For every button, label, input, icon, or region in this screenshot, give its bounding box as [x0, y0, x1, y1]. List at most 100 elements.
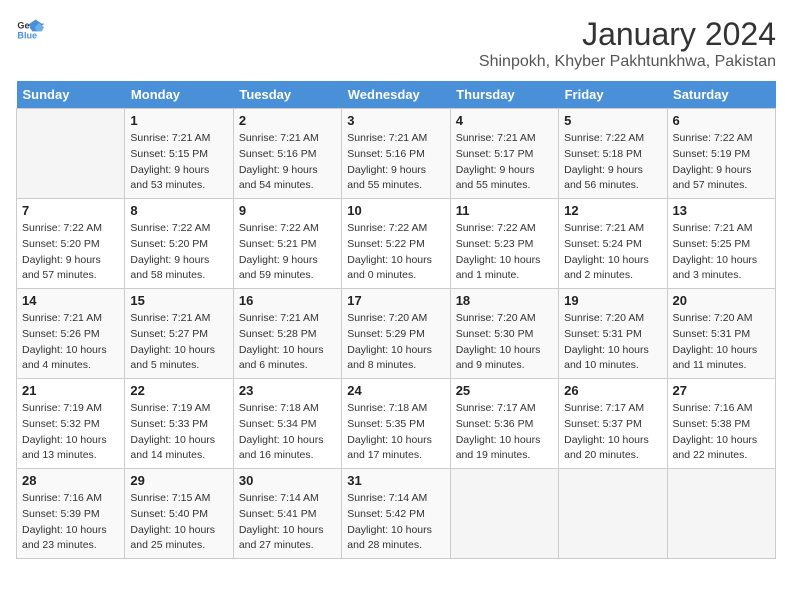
day-info: Sunrise: 7:21 AMSunset: 5:16 PMDaylight:…: [239, 131, 336, 194]
day-info: Sunrise: 7:22 AMSunset: 5:20 PMDaylight:…: [22, 221, 119, 284]
day-number: 12: [564, 203, 661, 218]
day-number: 20: [673, 293, 770, 308]
day-info: Sunrise: 7:22 AMSunset: 5:19 PMDaylight:…: [673, 131, 770, 194]
day-info: Sunrise: 7:15 AMSunset: 5:40 PMDaylight:…: [130, 491, 227, 554]
day-info: Sunrise: 7:19 AMSunset: 5:32 PMDaylight:…: [22, 401, 119, 464]
calendar-cell: 20 Sunrise: 7:20 AMSunset: 5:31 PMDayligh…: [667, 289, 775, 379]
calendar-cell: 28Sunrise: 7:16 AMSunset: 5:39 PMDayligh…: [17, 469, 125, 559]
calendar-table: SundayMondayTuesdayWednesdayThursdayFrid…: [16, 81, 776, 559]
day-info: Sunrise: 7:20 AMSunset: 5:30 PMDaylight:…: [456, 311, 553, 374]
day-number: 18: [456, 293, 553, 308]
calendar-cell: 15Sunrise: 7:21 AMSunset: 5:27 PMDayligh…: [125, 289, 233, 379]
day-number: 2: [239, 113, 336, 128]
day-number: 29: [130, 473, 227, 488]
day-number: 4: [456, 113, 553, 128]
day-of-week-header: Tuesday: [233, 81, 341, 109]
calendar-week-row: 28Sunrise: 7:16 AMSunset: 5:39 PMDayligh…: [17, 469, 776, 559]
day-info: Sunrise: 7:22 AMSunset: 5:20 PMDaylight:…: [130, 221, 227, 284]
day-number: 16: [239, 293, 336, 308]
day-info: Sunrise: 7:16 AMSunset: 5:39 PMDaylight:…: [22, 491, 119, 554]
header: General Blue January 2024 Shinpokh, Khyb…: [16, 16, 776, 71]
title-area: January 2024 Shinpokh, Khyber Pakhtunkhw…: [479, 16, 776, 71]
day-number: 11: [456, 203, 553, 218]
calendar-cell: 17 Sunrise: 7:20 AMSunset: 5:29 PMDayligh…: [342, 289, 450, 379]
day-info: Sunrise: 7:19 AMSunset: 5:33 PMDaylight:…: [130, 401, 227, 464]
logo: General Blue: [16, 16, 44, 44]
calendar-cell: 30 Sunrise: 7:14 AMSunset: 5:41 PMDayligh…: [233, 469, 341, 559]
calendar-cell: 7Sunrise: 7:22 AMSunset: 5:20 PMDaylight…: [17, 199, 125, 289]
day-info: Sunrise: 7:16 AMSunset: 5:38 PMDaylight:…: [673, 401, 770, 464]
calendar-cell: 26Sunrise: 7:17 AMSunset: 5:37 PMDayligh…: [559, 379, 667, 469]
calendar-cell: 1 Sunrise: 7:21 AMSunset: 5:15 PMDaylight…: [125, 109, 233, 199]
day-info: Sunrise: 7:18 AMSunset: 5:34 PMDaylight:…: [239, 401, 336, 464]
day-info: Sunrise: 7:21 AMSunset: 5:17 PMDaylight:…: [456, 131, 553, 194]
calendar-cell: 5Sunrise: 7:22 AMSunset: 5:18 PMDaylight…: [559, 109, 667, 199]
day-of-week-header: Thursday: [450, 81, 558, 109]
day-info: Sunrise: 7:20 AMSunset: 5:31 PMDaylight:…: [564, 311, 661, 374]
calendar-cell: 11 Sunrise: 7:22 AMSunset: 5:23 PMDayligh…: [450, 199, 558, 289]
day-of-week-header: Wednesday: [342, 81, 450, 109]
calendar-cell: 3Sunrise: 7:21 AMSunset: 5:16 PMDaylight…: [342, 109, 450, 199]
day-of-week-header: Sunday: [17, 81, 125, 109]
day-info: Sunrise: 7:18 AMSunset: 5:35 PMDaylight:…: [347, 401, 444, 464]
day-info: Sunrise: 7:17 AMSunset: 5:37 PMDaylight:…: [564, 401, 661, 464]
day-info: Sunrise: 7:22 AMSunset: 5:18 PMDaylight:…: [564, 131, 661, 194]
day-of-week-header: Friday: [559, 81, 667, 109]
day-number: 17: [347, 293, 444, 308]
calendar-week-row: 7Sunrise: 7:22 AMSunset: 5:20 PMDaylight…: [17, 199, 776, 289]
calendar-cell: 24 Sunrise: 7:18 AMSunset: 5:35 PMDayligh…: [342, 379, 450, 469]
calendar-week-row: 1 Sunrise: 7:21 AMSunset: 5:15 PMDaylight…: [17, 109, 776, 199]
days-header-row: SundayMondayTuesdayWednesdayThursdayFrid…: [17, 81, 776, 109]
day-number: 24: [347, 383, 444, 398]
day-info: Sunrise: 7:21 AMSunset: 5:28 PMDaylight:…: [239, 311, 336, 374]
svg-text:Blue: Blue: [17, 30, 37, 40]
day-number: 8: [130, 203, 227, 218]
day-number: 30: [239, 473, 336, 488]
day-number: 27: [673, 383, 770, 398]
calendar-cell: 14 Sunrise: 7:21 AMSunset: 5:26 PMDayligh…: [17, 289, 125, 379]
day-number: 6: [673, 113, 770, 128]
calendar-cell: 10 Sunrise: 7:22 AMSunset: 5:22 PMDayligh…: [342, 199, 450, 289]
day-number: 13: [673, 203, 770, 218]
day-info: Sunrise: 7:21 AMSunset: 5:15 PMDaylight:…: [130, 131, 227, 194]
day-number: 10: [347, 203, 444, 218]
calendar-cell: 23 Sunrise: 7:18 AMSunset: 5:34 PMDayligh…: [233, 379, 341, 469]
day-info: Sunrise: 7:14 AMSunset: 5:41 PMDaylight:…: [239, 491, 336, 554]
calendar-header: SundayMondayTuesdayWednesdayThursdayFrid…: [17, 81, 776, 109]
calendar-cell: 21 Sunrise: 7:19 AMSunset: 5:32 PMDayligh…: [17, 379, 125, 469]
day-info: Sunrise: 7:21 AMSunset: 5:27 PMDaylight:…: [130, 311, 227, 374]
calendar-cell: 18 Sunrise: 7:20 AMSunset: 5:30 PMDayligh…: [450, 289, 558, 379]
day-number: 3: [347, 113, 444, 128]
logo-icon: General Blue: [16, 16, 44, 44]
day-info: Sunrise: 7:22 AMSunset: 5:21 PMDaylight:…: [239, 221, 336, 284]
calendar-cell: 2 Sunrise: 7:21 AMSunset: 5:16 PMDaylight…: [233, 109, 341, 199]
day-info: Sunrise: 7:22 AMSunset: 5:23 PMDaylight:…: [456, 221, 553, 284]
day-number: 23: [239, 383, 336, 398]
day-info: Sunrise: 7:22 AMSunset: 5:22 PMDaylight:…: [347, 221, 444, 284]
day-info: Sunrise: 7:17 AMSunset: 5:36 PMDaylight:…: [456, 401, 553, 464]
day-number: 9: [239, 203, 336, 218]
day-info: Sunrise: 7:21 AMSunset: 5:26 PMDaylight:…: [22, 311, 119, 374]
calendar-cell: 22 Sunrise: 7:19 AMSunset: 5:33 PMDayligh…: [125, 379, 233, 469]
day-of-week-header: Saturday: [667, 81, 775, 109]
day-of-week-header: Monday: [125, 81, 233, 109]
calendar-cell: 19Sunrise: 7:20 AMSunset: 5:31 PMDayligh…: [559, 289, 667, 379]
calendar-cell: 29 Sunrise: 7:15 AMSunset: 5:40 PMDayligh…: [125, 469, 233, 559]
day-info: Sunrise: 7:21 AMSunset: 5:25 PMDaylight:…: [673, 221, 770, 284]
main-title: January 2024: [479, 16, 776, 53]
day-number: 21: [22, 383, 119, 398]
calendar-week-row: 14 Sunrise: 7:21 AMSunset: 5:26 PMDayligh…: [17, 289, 776, 379]
day-info: Sunrise: 7:21 AMSunset: 5:24 PMDaylight:…: [564, 221, 661, 284]
day-info: Sunrise: 7:20 AMSunset: 5:31 PMDaylight:…: [673, 311, 770, 374]
calendar-cell: 16 Sunrise: 7:21 AMSunset: 5:28 PMDayligh…: [233, 289, 341, 379]
day-info: Sunrise: 7:20 AMSunset: 5:29 PMDaylight:…: [347, 311, 444, 374]
calendar-cell: [559, 469, 667, 559]
calendar-cell: 27 Sunrise: 7:16 AMSunset: 5:38 PMDayligh…: [667, 379, 775, 469]
subtitle: Shinpokh, Khyber Pakhtunkhwa, Pakistan: [479, 53, 776, 71]
calendar-cell: 13 Sunrise: 7:21 AMSunset: 5:25 PMDayligh…: [667, 199, 775, 289]
day-number: 14: [22, 293, 119, 308]
day-number: 22: [130, 383, 227, 398]
calendar-cell: [17, 109, 125, 199]
calendar-cell: 12 Sunrise: 7:21 AMSunset: 5:24 PMDayligh…: [559, 199, 667, 289]
day-number: 1: [130, 113, 227, 128]
